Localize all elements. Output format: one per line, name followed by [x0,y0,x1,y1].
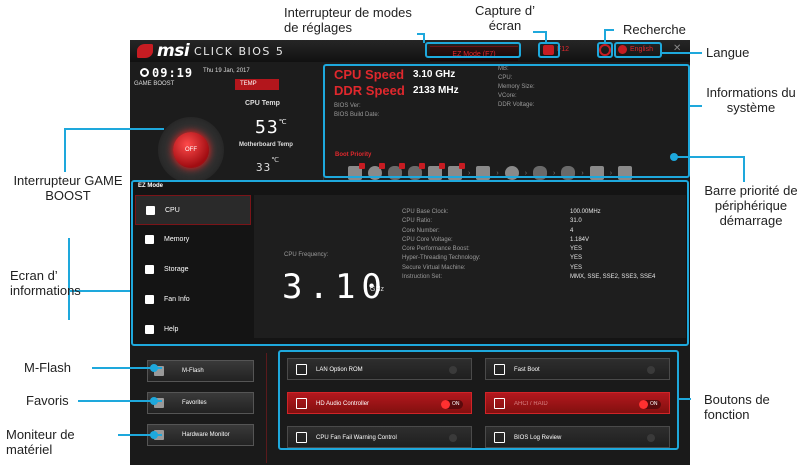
settings-switch-highlight [425,42,521,58]
callout-recherche: Recherche [623,22,686,37]
favorites-button[interactable]: Favorites [147,392,254,414]
game-boost-label: GAME BOOST [134,81,175,87]
side-button-label: M-Flash [182,368,204,374]
callout-settings-switch: Interrupteur de modes de réglages [284,5,412,35]
system-info-highlight [323,64,690,178]
brand-logo: msi [157,41,190,61]
callout-line [64,128,66,172]
product-name: CLICK BIOS 5 [194,45,285,58]
side-button-label: Hardware Monitor [182,432,230,438]
callout-dot [150,397,158,405]
cpu-temp-unit: ℃ [278,118,288,126]
temp-tab: TEMP [235,79,279,90]
mb-temp-unit: ℃ [271,156,281,164]
callout-favoris: Favoris [26,393,69,408]
callout-line [64,128,164,130]
info-screen-highlight [131,180,689,346]
mb-temp-label: Motherboard Temp [239,142,293,148]
callout-line [743,156,745,182]
game-boost-knob[interactable]: OFF [173,132,209,168]
cpu-temp: 53℃ [255,117,288,138]
callout-boutons: Boutons de fonction [704,392,770,422]
callout-line [662,52,702,54]
callout-line [679,398,691,400]
callout-capture: Capture d’ écran [475,3,535,33]
mb-temp: 33℃ [256,156,280,174]
m-flash-button[interactable]: M-Flash [147,360,254,382]
callout-sys-info: Informations du système [706,85,796,115]
callout-line [604,29,614,31]
callout-line [690,105,702,107]
callout-dot [150,364,158,372]
language-highlight [614,42,662,58]
clock: 09:19 [140,66,193,80]
cpu-temp-value: 53 [255,117,279,138]
date: Thu 19 Jan, 2017 [203,68,250,74]
callout-langue: Langue [706,45,750,60]
function-buttons-highlight [278,350,679,450]
callout-line [673,156,743,158]
callout-dot [150,431,158,439]
callout-ecran: Ecran d’ informations [10,268,81,298]
callout-game-boost: Interrupteur GAME BOOST [13,173,123,203]
callout-dot [670,153,678,161]
cpu-temp-label: CPU Temp [245,100,280,107]
callout-moniteur: Moniteur de matériel [6,427,75,457]
clock-time: 09:19 [152,66,194,80]
search-highlight [597,42,613,58]
hardware-monitor-button[interactable]: Hardware Monitor [147,424,254,446]
msi-dragon-icon [137,44,153,58]
mb-temp-value: 33 [256,161,272,174]
callout-line [417,33,425,35]
capture-highlight [538,42,560,58]
side-button-label: Favorites [182,400,207,406]
callout-boot-bar: Barre priorité de périphérique démarrage [704,183,798,228]
clock-icon [140,68,149,77]
callout-mflash: M-Flash [24,360,71,375]
divider [266,353,267,463]
